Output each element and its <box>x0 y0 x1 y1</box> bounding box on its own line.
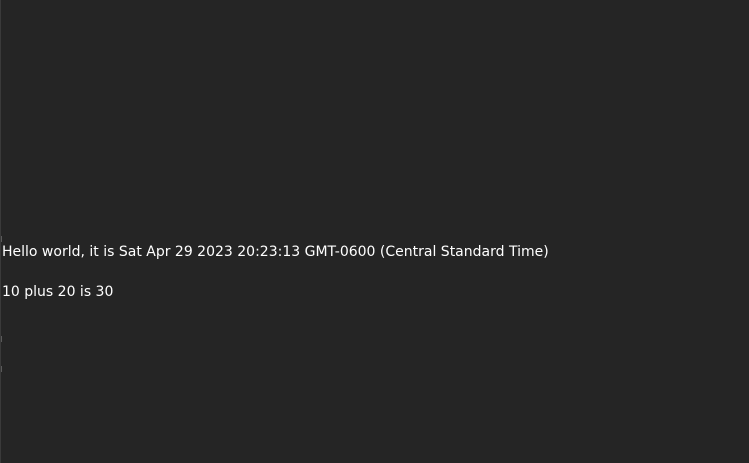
sum-line: 10 plus 20 is 30 <box>2 284 114 300</box>
left-edge-marker <box>1 236 2 242</box>
output-area: Hello world, it is Sat Apr 29 2023 20:23… <box>2 243 549 323</box>
greeting-line: Hello world, it is Sat Apr 29 2023 20:23… <box>2 244 549 260</box>
left-edge-marker <box>1 366 2 372</box>
page-viewport: Hello world, it is Sat Apr 29 2023 20:23… <box>0 0 749 463</box>
left-edge-marker <box>1 336 2 342</box>
